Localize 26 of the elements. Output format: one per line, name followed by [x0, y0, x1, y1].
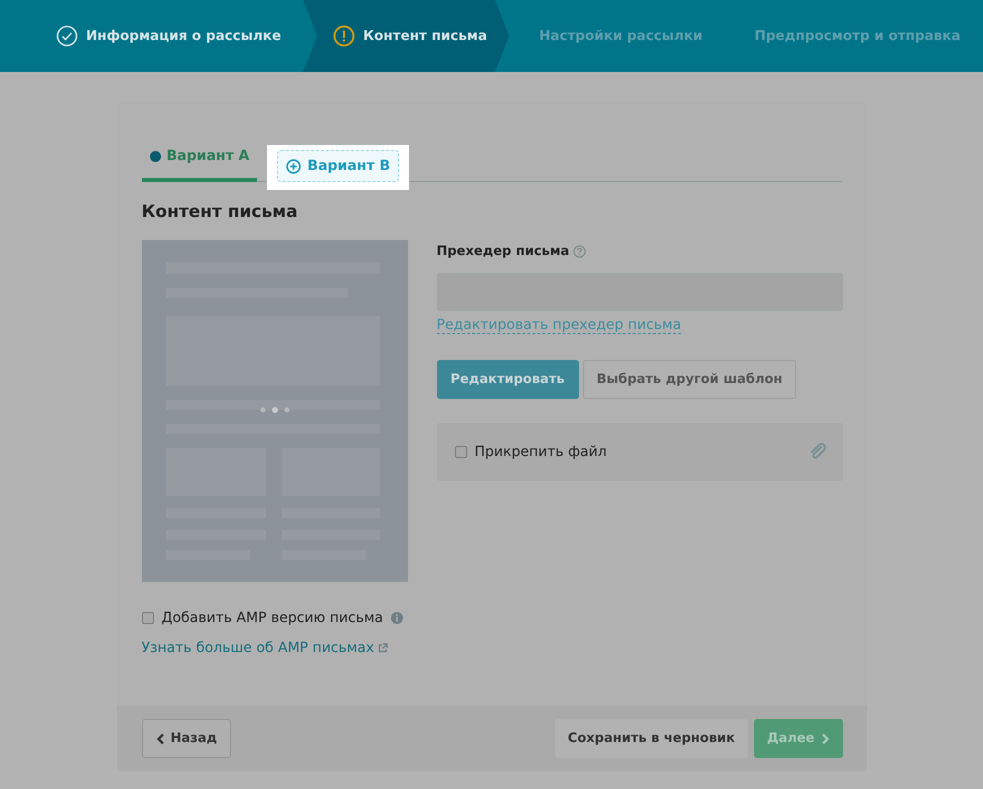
add-variant-tab[interactable]: Вариант B — [277, 150, 400, 182]
save-draft-button[interactable]: Сохранить в черновик — [554, 719, 748, 758]
paperclip-icon — [808, 443, 826, 461]
info-icon — [391, 612, 404, 624]
next-button[interactable]: Далее — [754, 719, 842, 758]
variant-tab[interactable]: Вариант A — [142, 148, 258, 182]
checkbox[interactable] — [454, 446, 466, 458]
chevron-right-icon — [820, 732, 830, 744]
amp-info-link[interactable]: Узнать больше об AMP письмах — [142, 640, 374, 656]
edit-preheader-link[interactable]: Редактировать прехедер письма — [436, 317, 682, 334]
attach-label: Прикрепить файл — [474, 444, 607, 460]
section-title: Контент письма — [142, 202, 299, 222]
plus-circle-icon — [286, 158, 302, 174]
external-link-icon — [378, 643, 388, 653]
exclamation-circle-icon — [333, 25, 356, 47]
checkbox[interactable] — [142, 612, 154, 624]
choose-template-button[interactable]: Выбрать другой шаблон — [582, 360, 796, 399]
amp-label: Добавить AMP версию письма — [162, 610, 384, 626]
dot-icon — [150, 150, 160, 162]
chevron-left-icon — [156, 732, 164, 744]
edit-button[interactable]: Редактировать — [436, 360, 579, 399]
back-button[interactable]: Назад — [142, 719, 231, 758]
check-circle-icon — [56, 25, 78, 47]
wizard-step[interactable]: Контент письма — [303, 0, 510, 72]
preheader-label: Прехедер письма — [436, 244, 570, 259]
help-icon — [573, 245, 586, 258]
